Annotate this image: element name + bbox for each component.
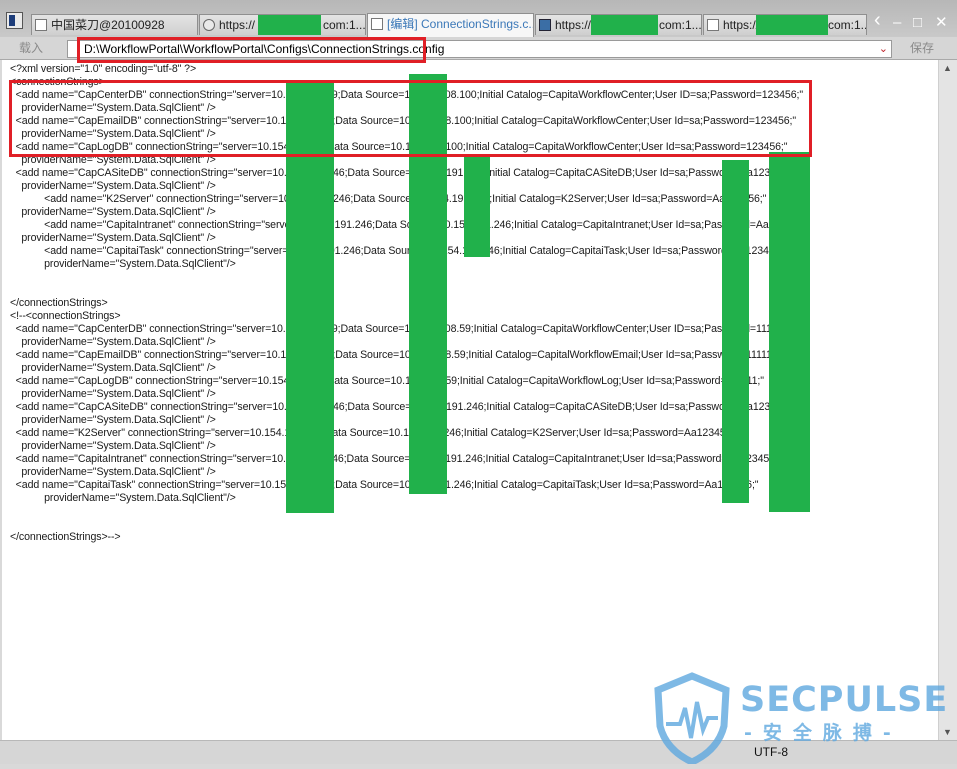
load-button[interactable]: 载入 (6, 39, 56, 58)
scroll-up-icon[interactable]: ▲ (943, 63, 952, 73)
app-window-icon[interactable] (6, 12, 23, 29)
tab-label-suffix: com:1... (659, 18, 702, 32)
tab-edit-connectionstrings[interactable]: [编辑] ConnectionStrings.c... (367, 13, 534, 37)
close-icon[interactable]: ✕ (935, 14, 948, 32)
tile-icon (539, 19, 551, 31)
secpulse-watermark: SECPULSE -安全脉搏- (652, 672, 957, 766)
redaction-block (769, 152, 810, 512)
tab-chopper-shell[interactable]: 中国菜刀@20100928 (31, 14, 198, 35)
vertical-scrollbar[interactable]: ▲ ▼ (938, 60, 957, 740)
chevron-down-icon[interactable]: ⌄ (879, 41, 888, 57)
ie-icon (203, 19, 215, 31)
tab-label: 中国菜刀@20100928 (51, 18, 165, 32)
document-icon (371, 18, 383, 30)
maximize-icon[interactable]: □ (913, 14, 922, 32)
document-icon (707, 19, 719, 31)
redaction-block (756, 15, 828, 35)
tab-label: https:// (723, 18, 760, 32)
window-icon (35, 19, 47, 31)
redaction-block (464, 156, 490, 257)
tab-label: https:// (219, 18, 256, 32)
minimize-icon[interactable]: ‒ (893, 14, 901, 32)
shield-logo-icon (654, 672, 730, 766)
path-highlight-box (77, 37, 426, 63)
tab-label-suffix: com:1... (828, 18, 867, 32)
tab-https-3[interactable]: https:// com:1... (703, 14, 867, 35)
tab-scroll-left-icon[interactable]: ‹ (874, 10, 881, 30)
redaction-block (591, 15, 658, 35)
tab-https-2[interactable]: https:// com:1... (535, 14, 702, 35)
redaction-block (722, 160, 749, 503)
save-button[interactable]: 保存 (896, 39, 948, 58)
tab-label-suffix: com:1... (323, 18, 366, 32)
watermark-title: SECPULSE (740, 680, 949, 720)
tab-label: https:// (555, 18, 592, 32)
redaction-block (258, 15, 321, 35)
code-line: </connectionStrings>--> (10, 531, 121, 543)
watermark-subtitle: -安全脉搏- (744, 722, 902, 744)
tab-label: [编辑] ConnectionStrings.c... (387, 17, 534, 31)
tab-bar: 中国菜刀@20100928 https:// com:1... [编辑] Con… (0, 0, 957, 37)
connection-strings-highlight-box (9, 80, 812, 157)
tab-https-1[interactable]: https:// com:1... (199, 14, 366, 35)
